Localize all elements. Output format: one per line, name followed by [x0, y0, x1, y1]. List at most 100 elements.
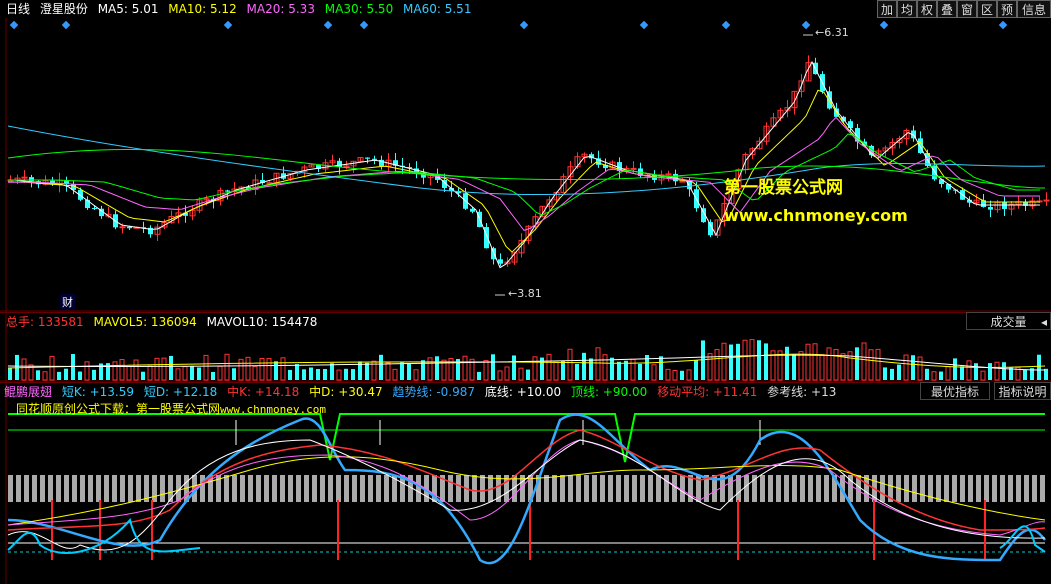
band-bar [952, 475, 957, 502]
toolbar-button-range[interactable]: 区 [977, 0, 997, 18]
volume-bar [141, 371, 145, 380]
band-bar [200, 475, 205, 502]
band-bar [936, 475, 941, 502]
volume-bar [323, 368, 327, 380]
volume-bar [266, 358, 272, 381]
volume-bar [175, 368, 181, 381]
band-bar [1024, 475, 1029, 502]
chart-toolbar: 加 均 权 叠 窗 区 预 信息 [877, 0, 1051, 20]
volume-bar [897, 364, 901, 380]
event-diamond-icon [61, 20, 71, 30]
event-diamond-icon [801, 20, 811, 30]
candle-body [225, 190, 230, 192]
band-bar [816, 475, 821, 502]
candle-body [470, 208, 475, 212]
volume-bar [532, 356, 538, 381]
candle-body [372, 158, 377, 160]
volume-bar [182, 366, 188, 381]
toolbar-button-rights[interactable]: 权 [917, 0, 937, 18]
band-bar [672, 475, 677, 502]
indicator-name[interactable]: 鲲鹏展翅 [4, 385, 52, 399]
band-bar [312, 475, 317, 502]
band-bar [48, 475, 53, 502]
volume-bar [435, 356, 439, 380]
candle-body [29, 177, 34, 182]
indicator-moving-average: 移动平均: +11.41 [657, 385, 758, 399]
event-diamond-icon [359, 20, 369, 30]
volume-bar [379, 354, 383, 380]
volume-indicator-select[interactable]: 成交量 ◂ [966, 312, 1051, 330]
volume-bar [833, 348, 839, 381]
band-bar [920, 475, 925, 502]
volume-bar [161, 357, 167, 381]
band-bar [320, 475, 325, 502]
volume-bar [953, 358, 957, 380]
volume-bar [736, 343, 740, 380]
toolbar-button-info[interactable]: 信息 [1017, 0, 1051, 18]
indicator-reference-line: 参考线: +13 [767, 385, 837, 399]
volume-bar [8, 367, 12, 380]
indicator-top-line: 顶线: +90.00 [570, 385, 648, 399]
volume-bar [288, 369, 292, 380]
volume-bar [92, 369, 96, 380]
volume-bar [224, 353, 230, 381]
volume-bar [351, 369, 355, 380]
toolbar-button-overlay[interactable]: 叠 [937, 0, 957, 18]
formula-banner-text: 同花顺原创公式下载：第一股票公式网 [16, 402, 221, 416]
volume-bar [252, 366, 258, 381]
volume-bar [245, 356, 251, 381]
band-bar [680, 475, 685, 502]
volume-bar [686, 369, 692, 381]
volume-bar [112, 361, 118, 381]
band-bar [544, 475, 549, 502]
candle-body [491, 248, 496, 260]
volume-bar [42, 371, 48, 381]
event-diamond-icon [879, 20, 889, 30]
band-bar [472, 475, 477, 502]
volume-bar [903, 354, 909, 381]
stock-chart[interactable] [0, 18, 1051, 584]
band-bar [8, 475, 13, 502]
candle-body [498, 259, 503, 264]
volume-bar [217, 365, 223, 381]
toolbar-button-average[interactable]: 均 [897, 0, 917, 18]
toolbar-button-add[interactable]: 加 [877, 0, 897, 18]
band-bar [744, 475, 749, 502]
toolbar-button-window[interactable]: 窗 [957, 0, 977, 18]
band-bar [80, 475, 85, 502]
optimal-indicator-button[interactable]: 最优指标 [920, 382, 990, 400]
event-diamond-icon [323, 20, 333, 30]
band-bar [264, 475, 269, 502]
band-bar [352, 475, 357, 502]
volume-bar [805, 343, 811, 381]
volume-bar [274, 361, 278, 380]
band-bar [256, 475, 261, 502]
band-bar [1000, 475, 1005, 502]
band-bar [592, 475, 597, 502]
band-bar [552, 475, 557, 502]
ma30-value: MA30: 5.50 [324, 2, 394, 16]
volume-bar [211, 371, 215, 380]
volume-bar [280, 357, 286, 381]
volume-bar [659, 356, 663, 380]
volume-bar [890, 368, 894, 380]
band-bar [64, 475, 69, 502]
volume-bar [238, 358, 244, 381]
indicator-help-button[interactable]: 指标说明 [994, 382, 1051, 400]
volume-bar [917, 356, 923, 381]
volume-bar [1009, 367, 1013, 380]
mavol10-value: MAVOL10: 154478 [206, 315, 318, 329]
volume-bar [931, 371, 937, 381]
band-bar [608, 475, 613, 502]
band-bar [152, 475, 157, 502]
period-label[interactable]: 日线 [6, 2, 30, 16]
indicator-mid-d: 中D: +30.47 [309, 385, 383, 399]
band-bar [1008, 475, 1013, 502]
band-bar [32, 475, 37, 502]
event-diamond-icon [998, 20, 1008, 30]
finance-marker[interactable]: 财 [60, 294, 75, 310]
toolbar-button-forecast[interactable]: 预 [997, 0, 1017, 18]
formula-banner-url: www.chnmoney.com [220, 403, 326, 416]
volume-bar [812, 343, 818, 381]
band-bar [976, 475, 981, 502]
